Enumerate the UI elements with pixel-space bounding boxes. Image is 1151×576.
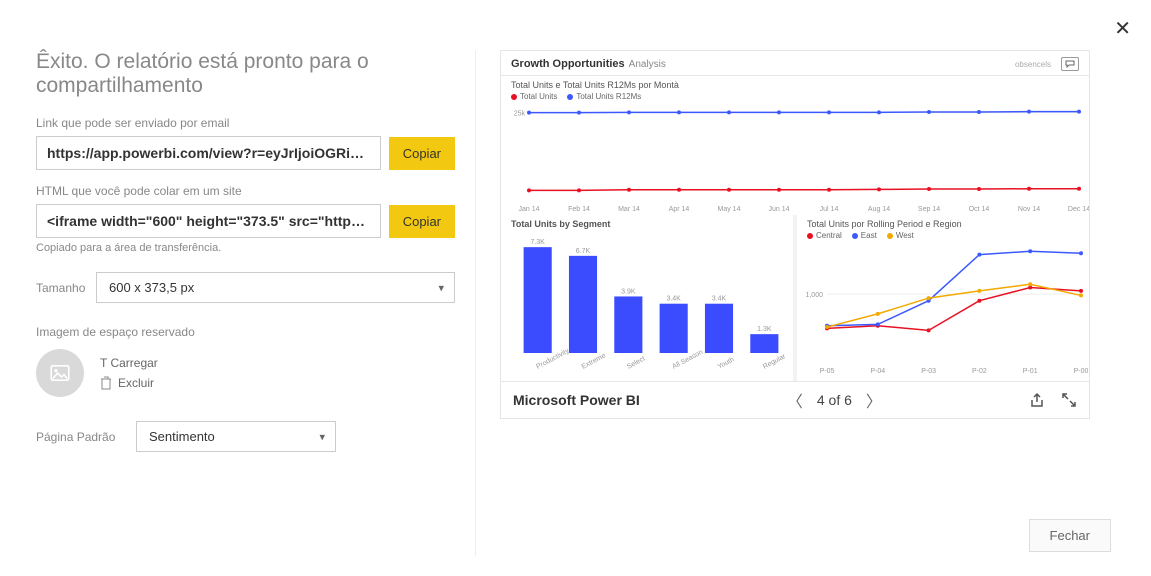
prev-page-button[interactable]: 〈 bbox=[787, 388, 803, 412]
delete-text: Excluir bbox=[118, 376, 154, 390]
dialog-title: Êxito. O relatório está pronto para o co… bbox=[36, 50, 455, 98]
placeholder-label: Imagem de espaço reservado bbox=[36, 325, 455, 339]
close-icon[interactable]: ✕ bbox=[1114, 16, 1131, 41]
svg-text:Feb 14: Feb 14 bbox=[568, 206, 590, 213]
footer-brand: Microsoft Power BI bbox=[513, 392, 640, 408]
svg-text:Oct 14: Oct 14 bbox=[969, 206, 990, 213]
report-body: Total Units e Total Units R12Ms por Mont… bbox=[501, 76, 1089, 381]
close-button[interactable]: Fechar bbox=[1029, 519, 1111, 552]
next-page-button[interactable]: 〉 bbox=[866, 388, 882, 412]
report-right-label: obsencels bbox=[1015, 60, 1051, 69]
svg-text:Apr 14: Apr 14 bbox=[669, 206, 690, 213]
chart-1-legend: Total Units Total Units R12Ms bbox=[501, 92, 1089, 105]
comment-icon[interactable] bbox=[1061, 57, 1079, 71]
page-indicator: 4 of 6 bbox=[817, 392, 852, 408]
html-label: HTML que você pode colar em um site bbox=[36, 184, 455, 198]
publish-dialog: Êxito. O relatório está pronto para o co… bbox=[36, 50, 1115, 556]
chart-2-title: Total Units by Segment bbox=[501, 215, 793, 231]
svg-text:25k: 25k bbox=[514, 111, 526, 118]
svg-text:Dec 14: Dec 14 bbox=[1068, 206, 1089, 213]
default-page-select[interactable]: Sentimento bbox=[136, 421, 336, 452]
svg-text:3.9K: 3.9K bbox=[621, 288, 636, 295]
svg-text:P-04: P-04 bbox=[870, 368, 885, 375]
pager: 〈 4 of 6 〉 bbox=[640, 388, 1029, 412]
copied-helper: Copiado para a área de transferência. bbox=[36, 242, 455, 254]
left-panel: Êxito. O relatório está pronto para o co… bbox=[36, 50, 476, 556]
svg-text:May 14: May 14 bbox=[718, 206, 741, 213]
svg-text:3.4K: 3.4K bbox=[666, 296, 681, 303]
delete-link[interactable]: Excluir bbox=[100, 376, 158, 390]
trash-icon bbox=[100, 376, 112, 390]
svg-text:1,000: 1,000 bbox=[805, 292, 823, 299]
svg-text:P-01: P-01 bbox=[1023, 368, 1038, 375]
report-footer: Microsoft Power BI 〈 4 of 6 〉 bbox=[501, 381, 1089, 418]
placeholder-thumbnail bbox=[36, 349, 84, 397]
svg-text:Extreme: Extreme bbox=[581, 352, 607, 370]
svg-text:P-02: P-02 bbox=[972, 368, 987, 375]
svg-text:1.3K: 1.3K bbox=[757, 326, 772, 333]
svg-text:Regular: Regular bbox=[762, 353, 788, 371]
svg-text:Youth: Youth bbox=[717, 356, 736, 371]
chart-2: Total Units by Segment 7.3K 6.7K 3.9K 3.4K 3… bbox=[501, 215, 793, 381]
chart-3-svg: 1,000 P-05 P-04 P-03 P-02 P-01 P-00 bbox=[797, 244, 1089, 376]
html-input[interactable] bbox=[36, 204, 381, 238]
default-page-label: Página Padrão bbox=[36, 430, 136, 444]
report-preview: Growth OpportunitiesAnalysis obsencels T… bbox=[500, 50, 1090, 419]
svg-text:P-03: P-03 bbox=[921, 368, 936, 375]
chart-2-svg: 7.3K6.7K3.9K3.4K3.4K1.3KProductivityExtr… bbox=[501, 231, 793, 381]
image-icon bbox=[50, 365, 70, 381]
svg-text:Mar 14: Mar 14 bbox=[618, 206, 640, 213]
svg-text:P-05: P-05 bbox=[820, 368, 835, 375]
report-title: Growth OpportunitiesAnalysis bbox=[511, 58, 666, 70]
svg-text:Nov 14: Nov 14 bbox=[1018, 206, 1040, 213]
svg-text:Jun 14: Jun 14 bbox=[768, 206, 789, 213]
copy-html-button[interactable]: Copiar bbox=[389, 205, 455, 238]
svg-text:Jul 14: Jul 14 bbox=[820, 206, 839, 213]
fullscreen-icon[interactable] bbox=[1061, 392, 1077, 408]
chart-1: Total Units e Total Units R12Ms por Mont… bbox=[501, 76, 1089, 215]
svg-text:3.4K: 3.4K bbox=[712, 296, 727, 303]
link-label: Link que pode ser enviado por email bbox=[36, 116, 455, 130]
size-label: Tamanho bbox=[36, 281, 96, 295]
right-panel: Growth OpportunitiesAnalysis obsencels T… bbox=[476, 50, 1115, 556]
svg-text:7.3K: 7.3K bbox=[530, 239, 545, 246]
report-header: Growth OpportunitiesAnalysis obsencels bbox=[501, 51, 1089, 76]
size-select[interactable]: 600 x 373,5 px bbox=[96, 272, 455, 303]
svg-text:6.7K: 6.7K bbox=[576, 248, 591, 255]
copy-link-button[interactable]: Copiar bbox=[389, 137, 455, 170]
chart-1-title: Total Units e Total Units R12Ms por Mont… bbox=[501, 76, 1089, 92]
chart-3-legend: Central East West bbox=[797, 231, 1089, 244]
chart-3: Total Units por Rolling Period e Region … bbox=[797, 215, 1089, 381]
svg-text:Sep 14: Sep 14 bbox=[918, 206, 940, 213]
svg-text:Jan 14: Jan 14 bbox=[518, 206, 539, 213]
chart-3-title: Total Units por Rolling Period e Region bbox=[797, 215, 1089, 231]
svg-text:P-00: P-00 bbox=[1074, 368, 1089, 375]
svg-text:Aug 14: Aug 14 bbox=[868, 206, 890, 213]
upload-link[interactable]: T Carregar bbox=[100, 356, 158, 370]
upload-text: T Carregar bbox=[100, 356, 158, 370]
link-input[interactable] bbox=[36, 136, 381, 170]
svg-text:Select: Select bbox=[626, 355, 647, 370]
chart-1-svg: 25k Jan 14 Feb 14 Mar 14 Apr 14 May 14 Jun 14 J… bbox=[501, 105, 1089, 215]
share-icon[interactable] bbox=[1029, 392, 1045, 408]
